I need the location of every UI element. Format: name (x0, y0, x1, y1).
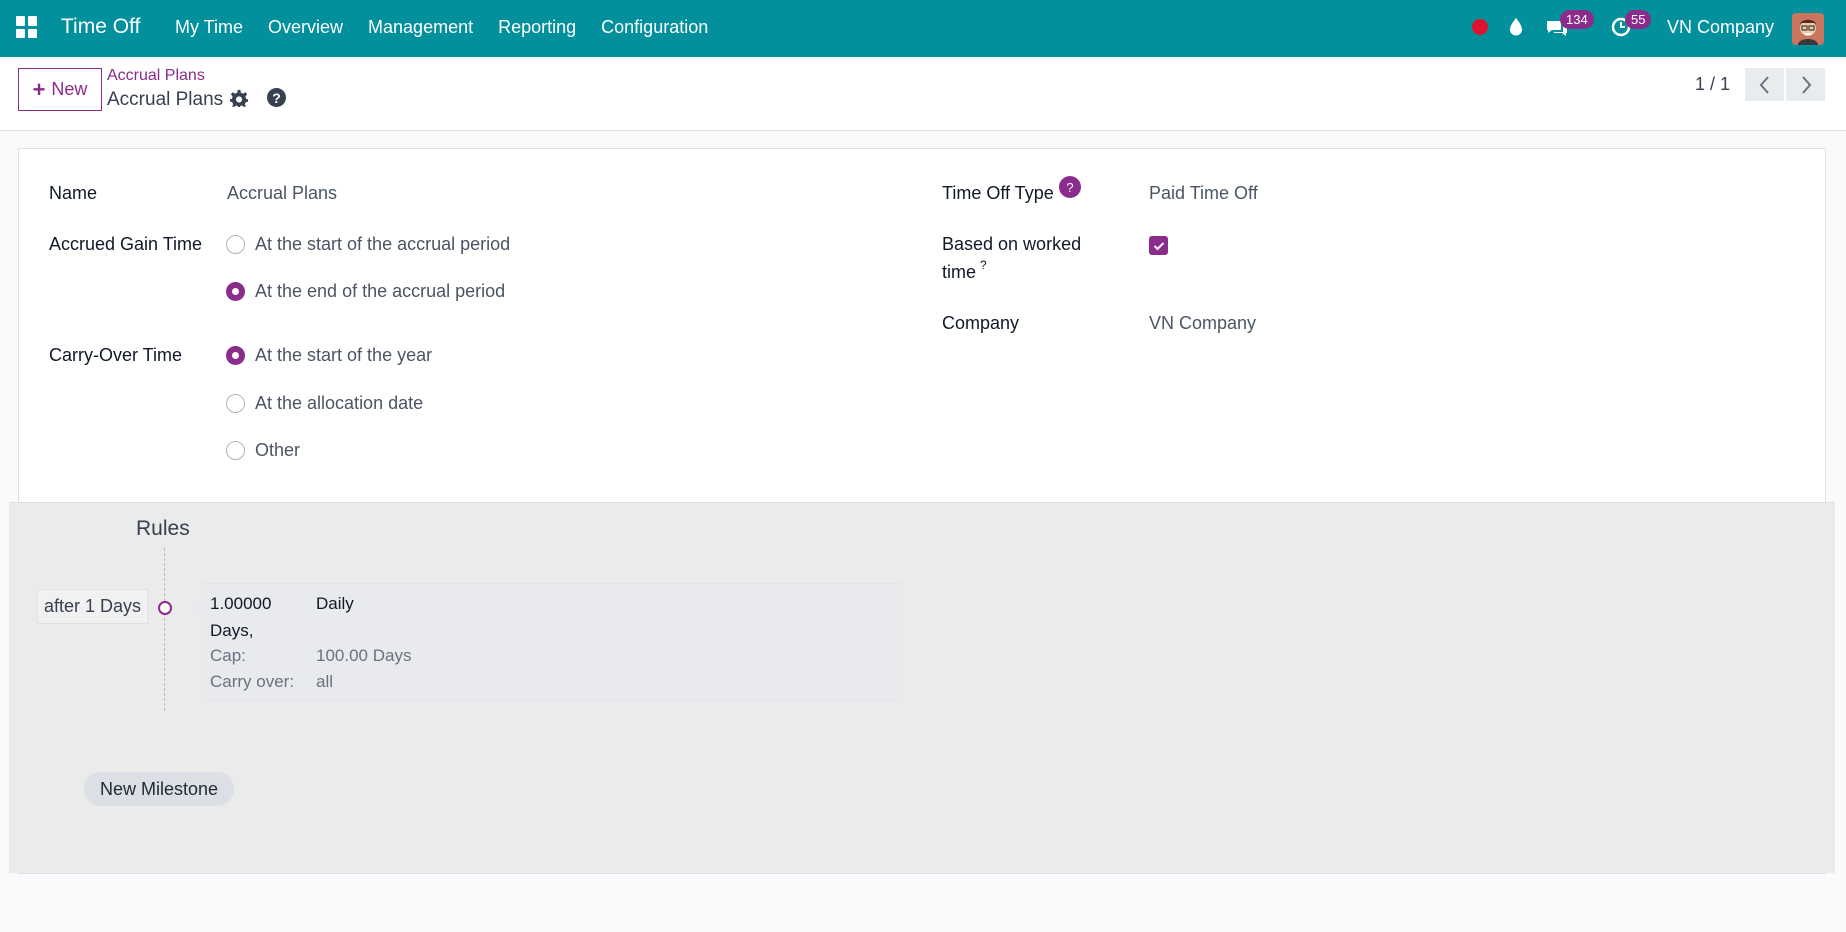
breadcrumb-current: Accrual Plans (107, 89, 224, 110)
new-milestone-button[interactable]: New Milestone (84, 772, 235, 806)
radio-label: Other (255, 440, 301, 460)
rule-frequency: Daily (316, 594, 354, 613)
based-on-worked-help-icon[interactable]: ? (980, 258, 987, 272)
company-switcher[interactable]: VN Company (1667, 17, 1774, 38)
control-panel: + New Accrual Plans Accrual Plans ? 1 / … (0, 57, 1846, 131)
milestone-dot-icon (158, 601, 172, 615)
time-off-type-label: Time Off Type (942, 183, 1054, 203)
rule-cap-value: 100.00 Days (316, 646, 412, 665)
radio-circle-selected (226, 346, 245, 365)
radio-accrual-end[interactable]: At the end of the accrual period (226, 281, 505, 302)
pager-next-button[interactable] (1786, 68, 1825, 101)
radio-accrual-start[interactable]: At the start of the accrual period (226, 234, 510, 255)
radio-circle-selected (226, 282, 245, 301)
chevron-left-icon (1759, 75, 1769, 94)
company-label: Company (942, 313, 1020, 333)
messages-count-badge: 134 (1560, 10, 1594, 29)
radio-label: At the start of the accrual period (255, 234, 511, 254)
name-field[interactable]: Accrual Plans (227, 183, 337, 204)
pager-value[interactable]: 1 / 1 (1695, 74, 1730, 95)
apps-menu-icon[interactable] (16, 16, 38, 38)
company-field[interactable]: VN Company (1149, 313, 1256, 334)
top-navbar: Time Off My Time Overview Management Rep… (0, 0, 1846, 57)
rule-cap-label: Cap: (210, 646, 246, 665)
rule-carry-over-value: all (316, 672, 334, 691)
radio-circle (226, 441, 245, 460)
gear-icon[interactable] (230, 89, 249, 108)
menu-my-time[interactable]: My Time (175, 17, 243, 38)
accrued-gain-time-label: Accrued Gain Time (49, 234, 203, 254)
recording-indicator-icon[interactable] (1472, 19, 1488, 35)
main-menu: My Time Overview Management Reporting Co… (175, 17, 733, 38)
rule-card[interactable]: 1.00000 Days, Daily Cap: 100.00 Days Car… (193, 583, 902, 701)
chevron-right-icon (1801, 75, 1811, 94)
rules-title: Rules (136, 517, 190, 540)
menu-management[interactable]: Management (368, 17, 473, 38)
carry-over-time-label: Carry-Over Time (49, 345, 183, 365)
menu-configuration[interactable]: Configuration (601, 17, 708, 38)
droplet-icon[interactable] (1507, 17, 1525, 37)
new-button[interactable]: + New (18, 68, 102, 111)
menu-overview[interactable]: Overview (268, 17, 343, 38)
radio-label: At the start of the year (255, 345, 433, 365)
timeline-line (164, 548, 165, 711)
breadcrumb-parent-link[interactable]: Accrual Plans (107, 67, 205, 85)
based-on-worked-time-label-line2: time (942, 262, 977, 282)
user-avatar[interactable] (1792, 13, 1824, 45)
pager-previous-button[interactable] (1745, 68, 1784, 101)
new-button-label: New (51, 79, 88, 99)
activities-count-badge: 55 (1625, 10, 1652, 29)
plus-icon: + (32, 76, 46, 102)
menu-reporting[interactable]: Reporting (498, 17, 576, 38)
time-off-type-help-icon[interactable]: ? (1059, 176, 1081, 198)
based-on-worked-time-checkbox[interactable] (1149, 236, 1168, 255)
radio-carry-other[interactable]: Other (226, 440, 300, 461)
radio-label: At the allocation date (255, 393, 424, 413)
radio-label: At the end of the accrual period (255, 281, 506, 301)
checkmark-icon (1153, 241, 1164, 250)
rule-amount-unit: Days, (210, 621, 254, 640)
time-off-type-field[interactable]: Paid Time Off (1149, 183, 1258, 204)
radio-circle (226, 394, 245, 413)
rule-amount: 1.00000 (210, 594, 272, 613)
help-question-icon[interactable]: ? (267, 88, 286, 107)
milestone-label: after 1 Days (37, 589, 149, 624)
app-title[interactable]: Time Off (61, 15, 140, 39)
based-on-worked-time-label: Based on worked (942, 234, 1082, 254)
name-label: Name (49, 183, 98, 203)
radio-carry-start-of-year[interactable]: At the start of the year (226, 345, 432, 366)
radio-circle (226, 235, 245, 254)
radio-carry-allocation-date[interactable]: At the allocation date (226, 393, 423, 414)
rule-carry-over-label: Carry over: (210, 672, 295, 691)
